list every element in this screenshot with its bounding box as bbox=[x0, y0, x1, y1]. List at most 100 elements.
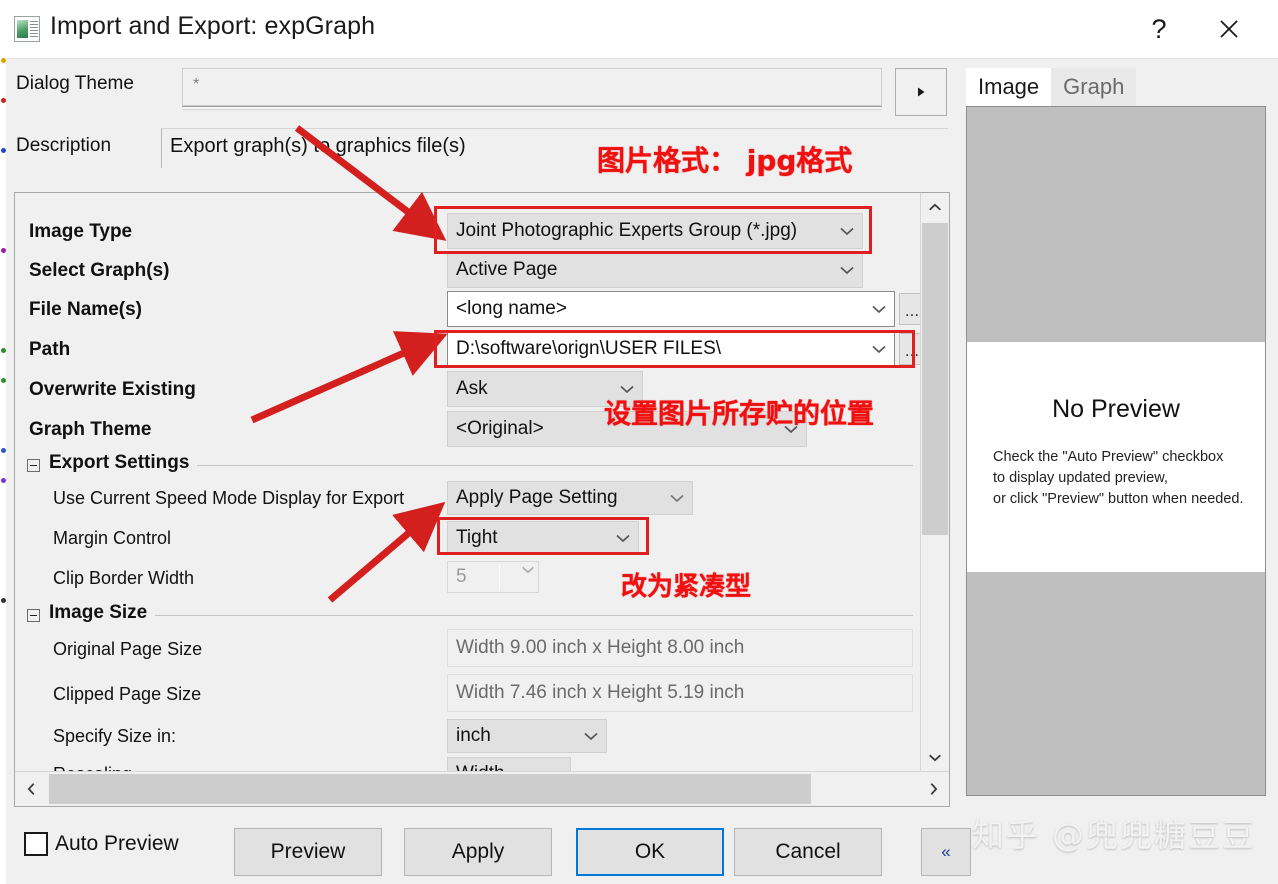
overwrite-existing-combo[interactable]: Ask bbox=[447, 371, 643, 407]
no-preview-card: No Preview Check the "Auto Preview" chec… bbox=[967, 342, 1265, 572]
path-value: D:\software\orign\USER FILES\ bbox=[456, 338, 722, 359]
original-page-size-value: Width 9.00 inch x Height 8.00 inch bbox=[456, 637, 745, 658]
checkbox-box-icon bbox=[24, 832, 48, 856]
tab-image[interactable]: Image bbox=[966, 68, 1052, 106]
collapse-panel-button[interactable]: « bbox=[921, 828, 971, 876]
margin-control-combo[interactable]: Tight bbox=[447, 521, 639, 555]
specify-size-in-value: inch bbox=[456, 725, 491, 746]
description-label: Description bbox=[16, 135, 112, 156]
scroll-down-icon[interactable] bbox=[921, 743, 949, 771]
theme-expand-button[interactable] bbox=[895, 68, 947, 116]
chevron-down-icon bbox=[520, 562, 536, 592]
original-page-size-label: Original Page Size bbox=[53, 639, 203, 659]
graph-theme-combo[interactable]: <Original> bbox=[447, 411, 807, 447]
chevron-down-icon bbox=[576, 730, 606, 742]
clipped-page-size-field: Width 7.46 inch x Height 5.19 inch bbox=[447, 674, 913, 712]
specify-size-in-combo[interactable]: inch bbox=[447, 719, 607, 753]
collapse-toggle-icon[interactable] bbox=[27, 609, 40, 622]
image-type-label: Image Type bbox=[29, 221, 133, 242]
auto-preview-checkbox[interactable]: Auto Preview bbox=[24, 832, 179, 856]
preview-area[interactable]: No Preview Check the "Auto Preview" chec… bbox=[966, 106, 1266, 796]
export-settings-title: Export Settings bbox=[49, 452, 198, 474]
scroll-thumb-vertical[interactable] bbox=[922, 223, 948, 535]
clipped-page-size-label: Clipped Page Size bbox=[53, 684, 202, 704]
no-preview-hint-line-1: Check the "Auto Preview" checkbox bbox=[993, 449, 1224, 465]
clipped-page-size-value: Width 7.46 inch x Height 5.19 inch bbox=[456, 682, 745, 703]
no-preview-hint: Check the "Auto Preview" checkbox to dis… bbox=[993, 447, 1244, 510]
tab-graph[interactable]: Graph bbox=[1051, 68, 1137, 106]
settings-scroll-content: Image Type Joint Photographic Experts Gr… bbox=[15, 193, 920, 771]
image-type-value: Joint Photographic Experts Group (*.jpg) bbox=[456, 220, 798, 241]
no-preview-title: No Preview bbox=[1052, 395, 1180, 423]
no-preview-hint-line-2: to display updated preview, bbox=[993, 470, 1168, 487]
clip-border-width-value: 5 bbox=[456, 566, 467, 587]
chevron-down-icon bbox=[832, 225, 862, 237]
dialog-theme-input[interactable]: * bbox=[182, 68, 882, 106]
apply-button[interactable]: Apply bbox=[404, 828, 552, 876]
image-size-title: Image Size bbox=[49, 602, 156, 624]
select-graphs-label: Select Graph(s) bbox=[29, 260, 170, 281]
chevron-down-icon bbox=[864, 303, 894, 315]
page-title: Import and Export: expGraph bbox=[50, 12, 376, 40]
speed-mode-combo[interactable]: Apply Page Setting bbox=[447, 481, 693, 515]
path-label: Path bbox=[29, 339, 71, 360]
chevron-down-icon bbox=[776, 423, 806, 435]
rescaling-label: Rescaling bbox=[53, 764, 132, 771]
scroll-left-icon[interactable] bbox=[15, 772, 47, 806]
description-field: Export graph(s) to graphics file(s) bbox=[161, 128, 948, 168]
settings-panel: Image Type Joint Photographic Experts Gr… bbox=[14, 192, 950, 807]
select-graphs-value: Active Page bbox=[456, 259, 558, 280]
triangle-right-icon bbox=[918, 87, 925, 97]
collapse-toggle-icon[interactable] bbox=[27, 459, 40, 472]
graph-theme-label: Graph Theme bbox=[29, 419, 152, 440]
chevron-down-icon bbox=[864, 343, 894, 355]
dialog-titlebar: Import and Export: expGraph ? bbox=[6, 0, 1278, 59]
specify-size-in-label: Specify Size in: bbox=[53, 726, 177, 746]
margin-control-value: Tight bbox=[456, 527, 498, 548]
clip-border-width-label: Clip Border Width bbox=[53, 568, 195, 588]
settings-horizontal-scrollbar[interactable] bbox=[15, 771, 949, 806]
file-names-label: File Name(s) bbox=[29, 299, 142, 320]
overwrite-existing-value: Ask bbox=[456, 378, 488, 399]
scroll-up-icon[interactable] bbox=[921, 193, 949, 221]
auto-preview-label: Auto Preview bbox=[55, 832, 179, 855]
rescaling-value: Width bbox=[448, 763, 540, 771]
rescaling-combo[interactable]: Width bbox=[447, 757, 571, 771]
dialog-theme-label: Dialog Theme bbox=[16, 73, 134, 94]
file-names-combo[interactable]: <long name> bbox=[447, 291, 895, 327]
preview-tabstrip: Image Graph bbox=[966, 68, 1137, 106]
scroll-thumb-horizontal[interactable] bbox=[49, 774, 811, 804]
speed-mode-value: Apply Page Setting bbox=[456, 487, 618, 508]
file-names-browse-button[interactable]: ... bbox=[899, 293, 920, 325]
margin-control-label: Margin Control bbox=[53, 528, 172, 548]
chevron-down-icon bbox=[612, 383, 642, 395]
chevron-down-icon bbox=[608, 532, 638, 544]
chevron-down-icon bbox=[662, 492, 692, 504]
path-combo[interactable]: D:\software\orign\USER FILES\ bbox=[447, 331, 895, 367]
speed-mode-label: Use Current Speed Mode Display for Expor… bbox=[53, 488, 405, 508]
preview-side-panel: Image Graph No Preview Check the "Auto P… bbox=[962, 68, 1278, 808]
export-settings-group-header[interactable]: Export Settings bbox=[27, 452, 913, 475]
help-icon[interactable]: ? bbox=[1136, 6, 1182, 52]
ok-button[interactable]: OK bbox=[576, 828, 724, 876]
select-graphs-combo[interactable]: Active Page bbox=[447, 252, 863, 288]
description-value: Export graph(s) to graphics file(s) bbox=[170, 135, 466, 157]
cancel-button[interactable]: Cancel bbox=[734, 828, 882, 876]
overwrite-existing-label: Overwrite Existing bbox=[29, 379, 196, 400]
chevron-down-icon bbox=[832, 264, 862, 276]
settings-vertical-scrollbar[interactable] bbox=[920, 193, 949, 771]
clip-border-width-spinner[interactable]: 5 bbox=[447, 561, 539, 593]
original-page-size-field: Width 9.00 inch x Height 8.00 inch bbox=[447, 629, 913, 667]
no-preview-hint-line-3: or click "Preview" button when needed. bbox=[993, 491, 1244, 508]
watermark: 知乎 @兜兜糖豆豆 bbox=[971, 816, 1256, 854]
origin-graph-icon bbox=[14, 16, 40, 42]
image-size-group-header[interactable]: Image Size bbox=[27, 602, 913, 625]
scroll-right-icon[interactable] bbox=[917, 772, 949, 806]
dialog-theme-underline bbox=[182, 106, 882, 110]
preview-button[interactable]: Preview bbox=[234, 828, 382, 876]
import-export-dialog: Import and Export: expGraph ? Dialog The… bbox=[6, 0, 1278, 884]
graph-theme-value: <Original> bbox=[456, 418, 544, 439]
close-icon[interactable] bbox=[1206, 6, 1252, 52]
path-browse-button[interactable]: ... bbox=[899, 333, 920, 365]
image-type-combo[interactable]: Joint Photographic Experts Group (*.jpg) bbox=[447, 213, 863, 249]
